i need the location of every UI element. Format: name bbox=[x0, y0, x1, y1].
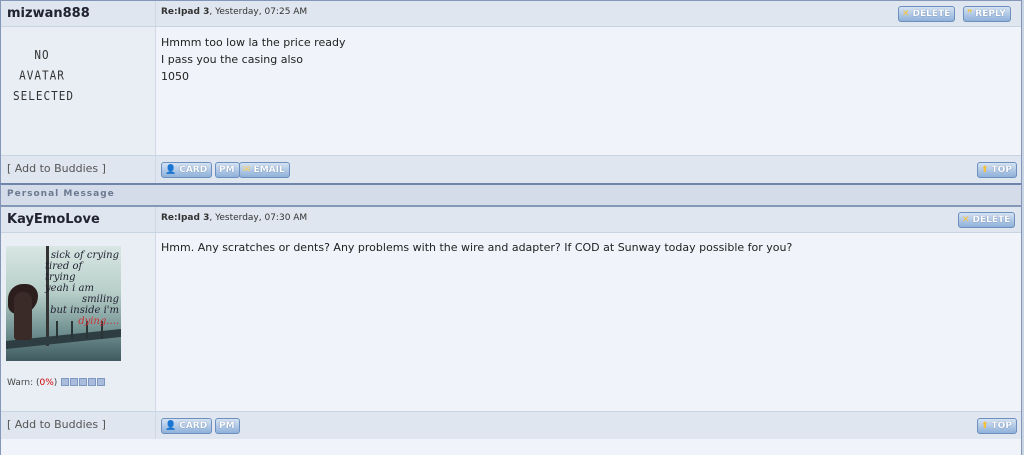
quote-icon: ❞ bbox=[967, 9, 973, 19]
post-subject-title[interactable]: Re:Ipad 3 bbox=[161, 213, 209, 223]
post-body: Hmmm too low la the price ready I pass y… bbox=[161, 34, 345, 85]
no-avatar-placeholder: NO AVATAR SELECTED bbox=[13, 47, 74, 104]
post-footer: [ Add to Buddies ] 👤 CARD PM ⬆ TOP bbox=[1, 411, 1021, 439]
envelope-icon: ✉ bbox=[243, 165, 251, 175]
top-button[interactable]: ⬆ TOP bbox=[977, 418, 1017, 434]
user-avatar[interactable]: sick of crying tired of trying yeah i am… bbox=[6, 246, 121, 361]
post-subject: Re:Ipad 3, Yesterday, 07:25 AM bbox=[161, 7, 307, 17]
post-subject: Re:Ipad 3, Yesterday, 07:30 AM bbox=[161, 213, 307, 223]
close-icon: ✕ bbox=[902, 9, 910, 19]
post-body: Hmm. Any scratches or dents? Any problem… bbox=[161, 239, 792, 256]
post-body-line: I pass you the casing also bbox=[161, 53, 303, 66]
warn-box bbox=[88, 378, 97, 386]
post-mizwan888: mizwan888 Re:Ipad 3, Yesterday, 07:25 AM… bbox=[0, 0, 1022, 183]
card-button[interactable]: 👤 CARD bbox=[161, 162, 213, 178]
user-card-icon: 👤 bbox=[165, 165, 177, 175]
pm-button[interactable]: PM bbox=[215, 418, 240, 434]
post-username[interactable]: mizwan888 bbox=[7, 6, 90, 21]
add-to-buddies-link[interactable]: [ Add to Buddies ] bbox=[7, 418, 106, 431]
warn-level: Warn: (0%) bbox=[7, 378, 106, 388]
post-timestamp: , Yesterday, 07:25 AM bbox=[209, 7, 308, 17]
warn-box bbox=[79, 378, 88, 386]
card-button[interactable]: 👤 CARD bbox=[161, 418, 213, 434]
avatar-poem: sick of crying tired of trying yeah i am… bbox=[45, 250, 119, 327]
pm-button[interactable]: PM bbox=[215, 162, 240, 178]
post-body-line: Hmmm too low la the price ready bbox=[161, 36, 346, 49]
post-kayemolove: KayEmoLove Re:Ipad 3, Yesterday, 07:30 A… bbox=[0, 206, 1022, 455]
post-content: sick of crying tired of trying yeah i am… bbox=[1, 233, 1021, 411]
post-username[interactable]: KayEmoLove bbox=[7, 212, 100, 227]
delete-button[interactable]: ✕ DELETE bbox=[958, 212, 1016, 228]
personal-message-label: Personal Message bbox=[7, 189, 115, 199]
post-header: KayEmoLove Re:Ipad 3, Yesterday, 07:30 A… bbox=[1, 207, 1021, 233]
delete-button[interactable]: ✕ DELETE bbox=[898, 6, 956, 22]
warn-box bbox=[61, 378, 70, 386]
reply-button[interactable]: ❞ REPLY bbox=[963, 6, 1011, 22]
arrow-up-icon: ⬆ bbox=[981, 421, 989, 431]
warn-box bbox=[70, 378, 79, 386]
post-content: NO AVATAR SELECTED Hmmm too low la the p… bbox=[1, 27, 1021, 155]
close-icon: ✕ bbox=[962, 215, 970, 225]
user-card-icon: 👤 bbox=[165, 421, 177, 431]
warn-box bbox=[97, 378, 106, 386]
arrow-up-icon: ⬆ bbox=[981, 165, 989, 175]
post-timestamp: , Yesterday, 07:30 AM bbox=[209, 213, 308, 223]
email-button[interactable]: ✉ EMAIL bbox=[239, 162, 290, 178]
post-body-line: Hmm. Any scratches or dents? Any problem… bbox=[161, 241, 793, 254]
post-footer: [ Add to Buddies ] 👤 CARD PM ✉ EMAIL ⬆ TOP bbox=[1, 155, 1021, 183]
post-subject-title[interactable]: Re:Ipad 3 bbox=[161, 7, 209, 17]
post-body-line: 1050 bbox=[161, 70, 189, 83]
top-button[interactable]: ⬆ TOP bbox=[977, 162, 1017, 178]
post-header: mizwan888 Re:Ipad 3, Yesterday, 07:25 AM… bbox=[1, 1, 1021, 27]
personal-message-bar: Personal Message bbox=[0, 183, 1022, 206]
add-to-buddies-link[interactable]: [ Add to Buddies ] bbox=[7, 162, 106, 175]
